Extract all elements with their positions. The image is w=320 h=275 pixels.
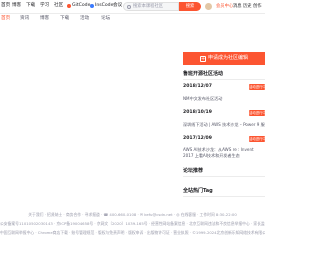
nav-item-download[interactable]: 下载 [26,3,35,9]
events-divider [183,79,265,80]
forum-recommend-title: 论坛推荐 [183,168,204,174]
nav-item-home[interactable]: 首页 [1,3,10,9]
event-title-link[interactable]: 深圳线下活动 | AWS 技术沙龙 – Power 9 服务器实战 [183,122,265,128]
event-title-link[interactable]: AWS AI技术沙龙：从AWS re : Invent 2017 上看AI技术和… [183,147,265,158]
event-status-badge[interactable]: 活动进行中 [249,110,265,116]
search-icon [127,4,131,9]
top-navigation-bar: 首页 博客 下载 学习 社区 GitCode InsCode 会议 搜索本课程社… [0,0,265,14]
forum-divider [183,176,265,177]
hot-tags-title: 全站热门Tag [183,188,213,194]
nav-item-community[interactable]: 社区 [54,3,63,9]
tab-events[interactable]: 活动 [80,16,89,22]
nav-item-meeting[interactable]: 会议 [113,3,122,9]
footer-license-row[interactable]: 公安备案号11010502030143 · 京ICP备19004658号 · 京… [0,221,265,227]
tab-news[interactable]: 资讯 [20,16,29,22]
event-date: 2018/12/07 [183,84,212,89]
plus-icon: + [199,55,206,62]
event-status-badge[interactable]: 活动进行中 [249,84,265,90]
search-placeholder: 搜索本课程社区 [133,3,164,9]
apply-editor-label: 申请成为社区编辑 [207,55,248,61]
event-title-link[interactable]: NM中文发布社区活动 [183,96,265,102]
nav-item-learn[interactable]: 学习 [40,3,49,9]
tab-blog[interactable]: 博客 [40,16,49,22]
tab-download[interactable]: 下载 [60,16,69,22]
search-input[interactable]: 搜索本课程社区 [123,2,179,11]
inscode-icon [90,4,94,8]
tags-divider [183,196,265,197]
nav-item-gitcode[interactable]: GitCode [72,3,90,9]
history-link[interactable]: 历史 [243,4,252,10]
publish-link[interactable]: 创作 [253,4,262,10]
vip-center-link[interactable]: 会员中心 [216,4,233,10]
search-button[interactable]: 搜索 [179,2,201,11]
footer-copyright-row[interactable]: 中国互联网举报中心 · Chrome商店下载 · 账号管理规范 · 版权与免责声… [0,230,265,236]
tab-home[interactable]: 首页 [1,16,10,22]
right-sidebar: + 申请成为社区编辑 鲁班开源社区活动 2018/12/07 活动进行中 NM中文… [183,52,265,200]
event-date: 2017/12/09 [183,136,212,141]
section-tabs: 首页 资讯 博客 下载 活动 论坛 [0,14,180,24]
tab-forum[interactable]: 论坛 [101,16,110,22]
footer-contact-row[interactable]: 关于我们 · 招贤纳士 · 商务合作 · 寻求报道 · ☎ 400-660-01… [0,212,265,218]
nav-item-inscode[interactable]: InsCode [95,3,113,9]
apply-editor-button[interactable]: + 申请成为社区编辑 [183,52,265,65]
event-date: 2018/10/19 [183,110,212,115]
events-section-title: 鲁班开源社区活动 [183,71,224,77]
avatar[interactable] [205,3,212,10]
event-status-badge[interactable]: 活动进行中 [249,136,265,142]
gitcode-icon [67,4,71,8]
nav-item-blog[interactable]: 博客 [12,3,21,9]
messages-link[interactable]: 消息 [233,4,242,10]
